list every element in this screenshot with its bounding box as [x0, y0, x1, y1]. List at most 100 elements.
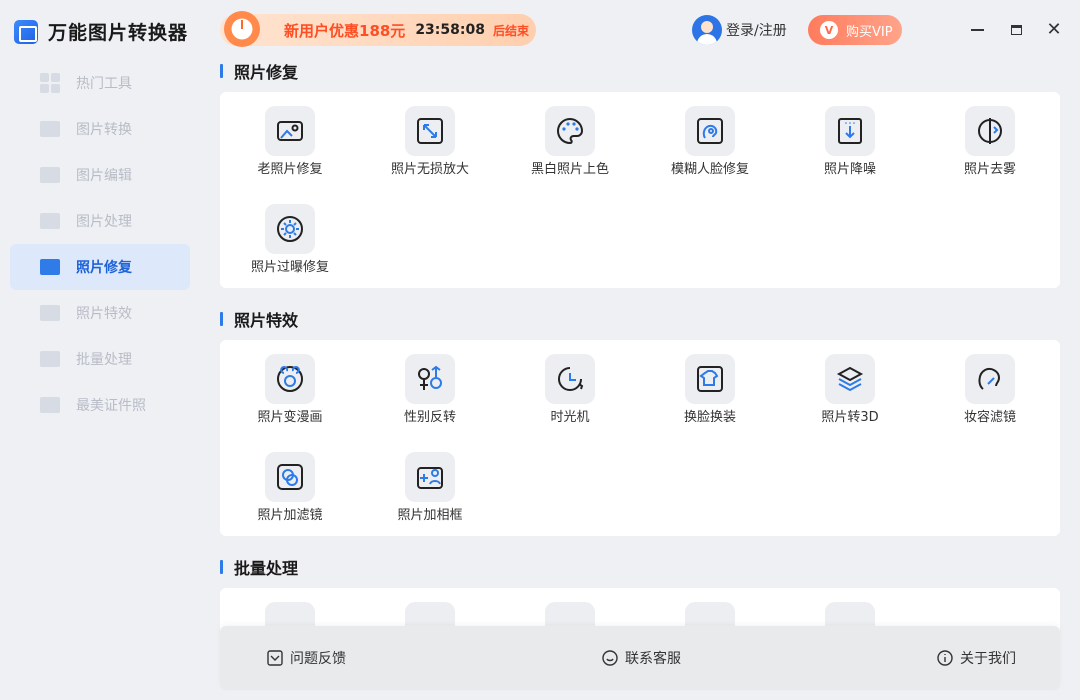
vip-label: 购买VIP — [846, 24, 893, 40]
login-label: 登录/注册 — [726, 23, 787, 39]
tool-makeup-filter[interactable]: 妆容滤镜 — [920, 340, 1060, 438]
promo-text: 新用户优惠188元 — [284, 21, 406, 40]
outfit-swap-icon — [697, 366, 723, 392]
id-photo-icon — [40, 395, 62, 415]
sidebar-item-label: 照片修复 — [76, 260, 132, 276]
tool-outfit-swap[interactable]: 换脸换装 — [640, 340, 780, 438]
palette-icon — [557, 117, 584, 145]
tool-denoise[interactable]: 照片降噪 — [780, 92, 920, 190]
close-button[interactable]: ✕ — [1042, 18, 1066, 42]
repair-tools-card: 老照片修复 照片无损放大 黑白照片上色 模糊人脸修复 照片降噪 照片去雾 照片过… — [220, 92, 1060, 288]
buy-vip-button[interactable]: V 购买VIP — [808, 15, 902, 45]
login-button[interactable]: 登录/注册 — [692, 15, 787, 45]
tool-label: 照片转3D — [821, 410, 879, 425]
sidebar-item-batch[interactable]: 批量处理 — [10, 336, 190, 382]
tool-add-frame[interactable]: 照片加相框 — [360, 438, 500, 536]
app-title: 万能图片转换器 — [48, 22, 189, 44]
face-repair-icon — [697, 118, 723, 144]
denoise-icon — [838, 118, 862, 144]
sidebar-item-hot-tools[interactable]: 热门工具 — [10, 60, 190, 106]
section-header-effects: 照片特效 — [220, 307, 298, 331]
cartoon-icon — [277, 366, 303, 392]
tool-label: 妆容滤镜 — [963, 410, 1016, 425]
contact-support-button[interactable]: 联系客服 — [601, 648, 681, 668]
tool-defog[interactable]: 照片去雾 — [920, 92, 1060, 190]
sidebar-item-photo-repair[interactable]: 照片修复 — [10, 244, 190, 290]
sidebar-item-image-convert[interactable]: 图片转换 — [10, 106, 190, 152]
filter-icon — [277, 464, 303, 490]
brand: 万能图片转换器 — [14, 18, 188, 45]
sidebar-item-label: 最美证件照 — [76, 398, 146, 414]
tool-bw-colorize[interactable]: 黑白照片上色 — [500, 92, 640, 190]
tool-label: 照片无损放大 — [390, 162, 469, 177]
tool-label: 照片降噪 — [823, 162, 876, 177]
tool-label: 时光机 — [550, 410, 590, 425]
section-header-repair: 照片修复 — [220, 59, 298, 83]
time-machine-icon — [558, 367, 584, 391]
tool-blurry-face-repair[interactable]: 模糊人脸修复 — [640, 92, 780, 190]
tool-overexposure-repair[interactable]: 照片过曝修复 — [220, 190, 360, 288]
image-process-icon — [40, 211, 62, 231]
old-photo-icon — [277, 121, 303, 141]
maximize-button[interactable] — [1004, 18, 1028, 42]
feedback-button[interactable]: 问题反馈 — [266, 648, 346, 668]
defog-icon — [978, 118, 1002, 144]
app-logo-icon — [14, 19, 38, 44]
tool-label: 照片加滤镜 — [257, 508, 323, 523]
about-us-button[interactable]: 关于我们 — [936, 648, 1016, 668]
tool-label: 照片去雾 — [963, 162, 1016, 177]
promo-banner[interactable]: 新用户优惠188元 23:58:08 后结束 — [220, 11, 536, 47]
sidebar-item-id-photo[interactable]: 最美证件照 — [10, 382, 190, 428]
tool-label: 照片过曝修复 — [250, 260, 329, 275]
section-title: 照片特效 — [234, 311, 299, 330]
promo-end-label: 后结束 — [492, 23, 529, 38]
image-edit-icon — [40, 165, 62, 185]
gender-swap-icon — [418, 365, 442, 390]
tool-label: 老照片修复 — [257, 162, 323, 177]
close-icon: ✕ — [1046, 19, 1062, 40]
sidebar-item-label: 图片编辑 — [76, 168, 132, 184]
section-title: 照片修复 — [234, 63, 299, 82]
tool-label: 照片变漫画 — [257, 410, 323, 425]
effects-tools-card: 照片变漫画 性别反转 时光机 换脸换装 照片转3D 妆容滤镜 照片加滤镜 照片加… — [220, 340, 1060, 536]
tool-cartoon[interactable]: 照片变漫画 — [220, 340, 360, 438]
sidebar-nav: 热门工具 图片转换 图片编辑 图片处理 照片修复 照片特效 批量处理 最美证件照 — [10, 60, 190, 428]
makeup-icon — [978, 368, 1001, 390]
tool-label: 性别反转 — [403, 410, 456, 425]
tool-time-machine[interactable]: 时光机 — [500, 340, 640, 438]
layers-3d-icon — [836, 366, 864, 392]
tool-gender-swap[interactable]: 性别反转 — [360, 340, 500, 438]
minimize-icon — [970, 29, 984, 31]
sidebar-item-image-process[interactable]: 图片处理 — [10, 198, 190, 244]
tool-lossless-enlarge[interactable]: 照片无损放大 — [360, 92, 500, 190]
sidebar-item-label: 批量处理 — [76, 352, 132, 368]
tool-label: 模糊人脸修复 — [670, 162, 749, 177]
sidebar-item-label: 图片处理 — [76, 214, 132, 230]
sidebar-item-photo-effects[interactable]: 照片特效 — [10, 290, 190, 336]
sidebar-item-image-edit[interactable]: 图片编辑 — [10, 152, 190, 198]
tool-label: 照片加相框 — [397, 508, 463, 523]
grid-icon — [40, 73, 62, 93]
about-label: 关于我们 — [960, 651, 1016, 667]
chat-icon — [601, 649, 619, 667]
section-title: 批量处理 — [234, 559, 299, 578]
promo-timer: 23:58:08 — [415, 22, 485, 38]
footer-bar: 问题反馈 联系客服 关于我们 — [220, 626, 1060, 690]
tool-photo-3d[interactable]: 照片转3D — [780, 340, 920, 438]
info-icon — [936, 649, 954, 667]
photo-effects-icon — [40, 303, 62, 323]
enlarge-icon — [417, 118, 443, 144]
minimize-button[interactable] — [965, 18, 989, 42]
sidebar: 万能图片转换器 热门工具 图片转换 图片编辑 图片处理 照片修复 照片特效 批量… — [0, 0, 200, 700]
frame-icon — [417, 467, 443, 489]
tool-old-photo-repair[interactable]: 老照片修复 — [220, 92, 360, 190]
section-header-batch: 批量处理 — [220, 555, 298, 579]
sidebar-item-label: 照片特效 — [76, 306, 132, 322]
tool-add-filter[interactable]: 照片加滤镜 — [220, 438, 360, 536]
tool-label: 换脸换装 — [683, 410, 736, 425]
feedback-label: 问题反馈 — [290, 651, 346, 667]
support-label: 联系客服 — [625, 651, 681, 667]
image-convert-icon — [40, 119, 62, 139]
tool-label: 黑白照片上色 — [530, 162, 609, 177]
sidebar-item-label: 图片转换 — [76, 122, 132, 138]
